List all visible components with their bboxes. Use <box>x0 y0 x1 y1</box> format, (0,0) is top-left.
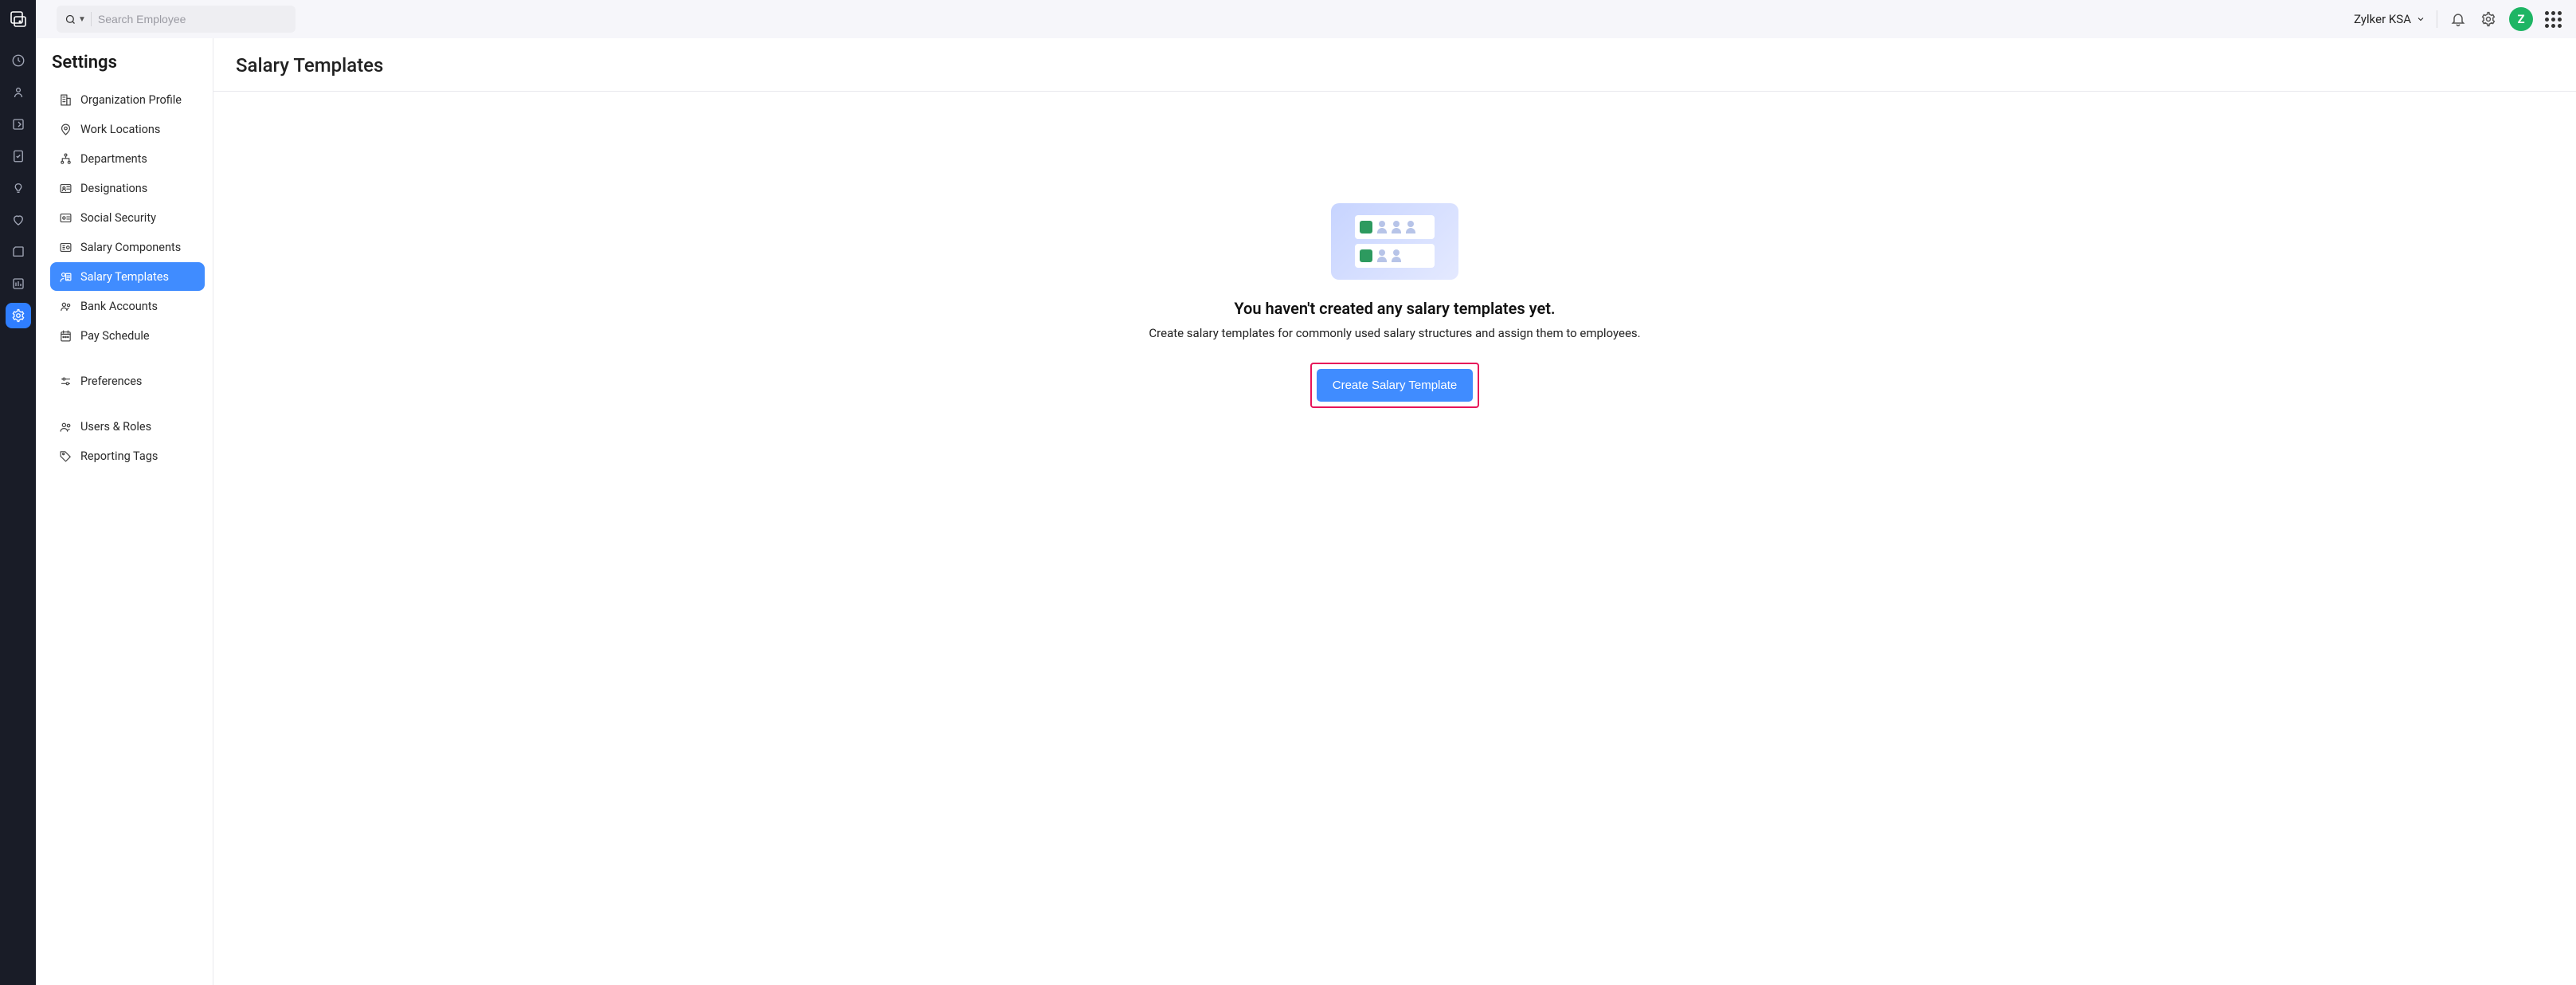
tag-icon <box>58 449 72 463</box>
empty-illustration <box>1331 203 1458 280</box>
users-small-icon <box>58 299 72 313</box>
rail-item-payruns[interactable] <box>6 112 31 137</box>
settings-nav-pay-schedule[interactable]: Pay Schedule <box>50 321 205 350</box>
user-template-icon <box>58 269 72 284</box>
content-area: Salary Templates <box>213 38 2576 985</box>
settings-nav-label: Work Locations <box>80 123 160 136</box>
content-header: Salary Templates <box>213 38 2576 92</box>
empty-heading: You haven't created any salary templates… <box>1234 299 1555 318</box>
settings-nav-label: Users & Roles <box>80 420 151 434</box>
settings-nav-label: Organization Profile <box>80 93 182 107</box>
settings-nav-bank-accounts[interactable]: Bank Accounts <box>50 292 205 320</box>
notifications-icon[interactable] <box>2449 10 2468 29</box>
shield-id-icon <box>58 210 72 225</box>
location-icon <box>58 122 72 136</box>
main-column: ▼ Zylker KSA Z <box>36 0 2576 985</box>
rail-item-loans[interactable] <box>6 175 31 201</box>
rail-item-employees[interactable] <box>6 80 31 105</box>
topbar: ▼ Zylker KSA Z <box>36 0 2576 38</box>
settings-nav-work-locations[interactable]: Work Locations <box>50 115 205 143</box>
settings-nav-reporting-tags[interactable]: Reporting Tags <box>50 441 205 470</box>
settings-nav-label: Salary Components <box>80 241 181 254</box>
left-rail <box>0 0 36 985</box>
settings-nav-departments[interactable]: Departments <box>50 144 205 173</box>
chevron-down-icon <box>2416 14 2425 24</box>
search-box[interactable]: ▼ <box>57 6 296 33</box>
app-logo-icon <box>7 8 29 30</box>
settings-nav-label: Preferences <box>80 375 142 388</box>
app-root: ▼ Zylker KSA Z <box>0 0 2576 985</box>
settings-sidebar: Settings Organization Profile Work Locati… <box>36 38 213 985</box>
body-row: Settings Organization Profile Work Locati… <box>36 38 2576 985</box>
settings-nav-label: Pay Schedule <box>80 329 150 343</box>
rail-item-documents[interactable] <box>6 239 31 265</box>
rail-item-reports[interactable] <box>6 271 31 296</box>
settings-nav-designations[interactable]: Designations <box>50 174 205 202</box>
rail-item-benefits[interactable] <box>6 207 31 233</box>
search-divider <box>91 12 92 26</box>
org-name: Zylker KSA <box>2354 12 2411 26</box>
create-salary-template-button[interactable]: Create Salary Template <box>1317 369 1473 402</box>
page-title: Salary Templates <box>236 54 2554 77</box>
chevron-down-icon[interactable]: ▼ <box>78 15 86 24</box>
users-icon <box>58 419 72 434</box>
avatar[interactable]: Z <box>2509 7 2533 31</box>
settings-nav-label: Reporting Tags <box>80 449 158 463</box>
cta-highlight-box: Create Salary Template <box>1310 363 1479 408</box>
gear-icon[interactable] <box>2479 10 2498 29</box>
empty-subtext: Create salary templates for commonly use… <box>1149 326 1640 340</box>
settings-nav-salary-components[interactable]: Salary Components <box>50 233 205 261</box>
building-icon <box>58 92 72 107</box>
org-switcher[interactable]: Zylker KSA <box>2354 12 2425 26</box>
settings-nav-label: Social Security <box>80 211 156 225</box>
id-card-icon <box>58 181 72 195</box>
settings-nav-preferences[interactable]: Preferences <box>50 367 205 395</box>
settings-nav-label: Designations <box>80 182 147 195</box>
org-tree-icon <box>58 151 72 166</box>
rail-item-dashboard[interactable] <box>6 48 31 73</box>
apps-grid-icon[interactable] <box>2544 10 2562 28</box>
empty-state: You haven't created any salary templates… <box>213 92 2576 408</box>
settings-nav-label: Salary Templates <box>80 270 169 284</box>
settings-nav-label: Departments <box>80 152 147 166</box>
avatar-letter: Z <box>2517 12 2524 26</box>
settings-nav-salary-templates[interactable]: Salary Templates <box>50 262 205 291</box>
settings-nav-label: Bank Accounts <box>80 300 158 313</box>
search-icon <box>65 14 76 26</box>
rail-item-approvals[interactable] <box>6 143 31 169</box>
search-input[interactable] <box>98 13 241 26</box>
settings-nav-users-roles[interactable]: Users & Roles <box>50 412 205 441</box>
rail-item-settings[interactable] <box>6 303 31 328</box>
settings-nav-organization-profile[interactable]: Organization Profile <box>50 85 205 114</box>
calendar-check-icon <box>58 328 72 343</box>
money-list-icon <box>58 240 72 254</box>
sliders-icon <box>58 374 72 388</box>
settings-title: Settings <box>50 53 205 73</box>
settings-nav-social-security[interactable]: Social Security <box>50 203 205 232</box>
